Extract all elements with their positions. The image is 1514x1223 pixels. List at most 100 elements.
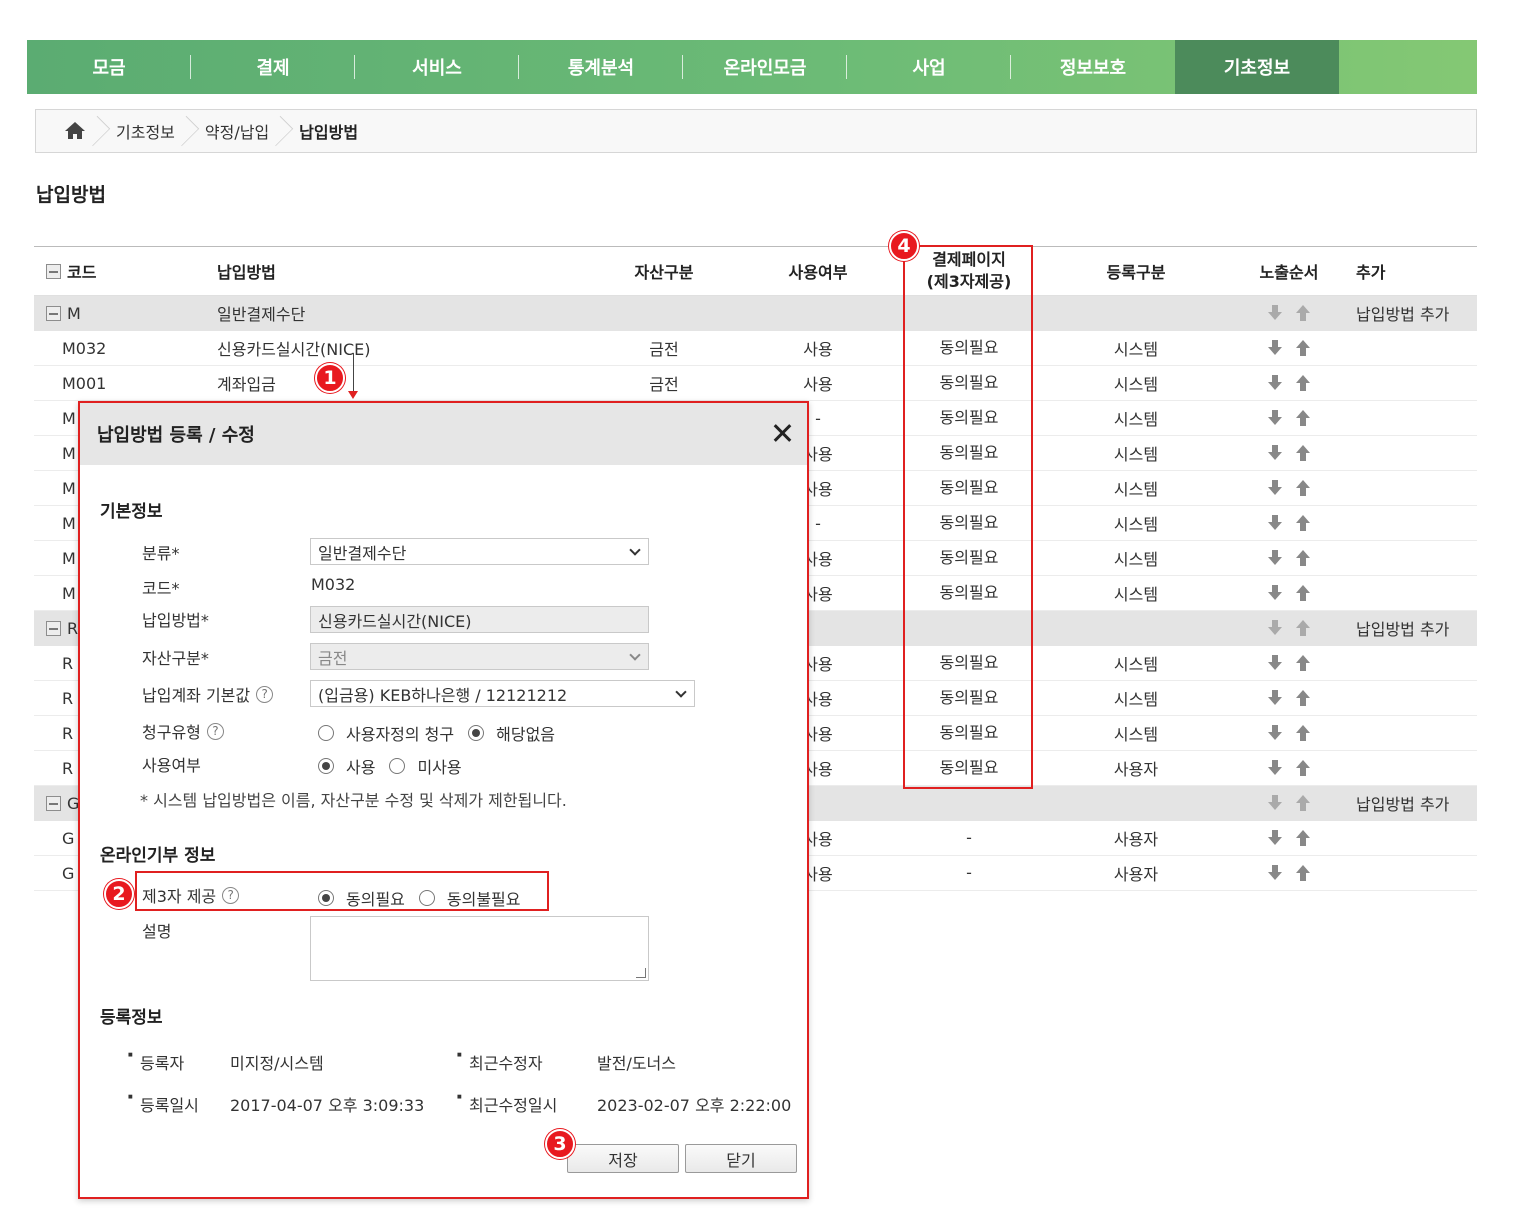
table-group-row[interactable]: M 일반결제수단 납입방법 추가: [34, 296, 1477, 331]
arrow-down-icon[interactable]: [1268, 620, 1282, 636]
nav-item-business[interactable]: 사업: [847, 40, 1011, 94]
callout-badge-1: 1: [315, 363, 345, 393]
group-code[interactable]: M: [46, 296, 81, 330]
category-select[interactable]: 일반결제수단: [310, 538, 649, 565]
arrow-up-icon[interactable]: [1296, 865, 1310, 881]
arrow-down-icon[interactable]: [1268, 725, 1282, 741]
breadcrumb-home[interactable]: [64, 110, 116, 152]
arrow-up-icon[interactable]: [1296, 830, 1310, 846]
label-account: 납입계좌 기본값?: [142, 682, 274, 706]
method-name-input[interactable]: 신용카드실시간(NICE): [310, 606, 649, 633]
arrow-up-icon[interactable]: [1296, 760, 1310, 776]
order-controls: [1259, 471, 1319, 505]
arrow-up-icon[interactable]: [1296, 620, 1310, 636]
arrow-up-icon[interactable]: [1296, 305, 1310, 321]
arrow-down-icon[interactable]: [1268, 655, 1282, 671]
header-code[interactable]: 코드: [46, 247, 96, 295]
row-code: M001: [62, 373, 107, 393]
order-controls: [1259, 786, 1319, 820]
order-controls: [1259, 856, 1319, 890]
save-button[interactable]: 저장: [567, 1144, 679, 1173]
arrow-up-icon[interactable]: [1296, 585, 1310, 601]
use-radio-yes[interactable]: [318, 758, 334, 774]
table-row[interactable]: M001 계좌입금 금전 사용 동의필요 시스템: [34, 366, 1477, 401]
arrow-up-icon[interactable]: [1296, 410, 1310, 426]
collapse-icon[interactable]: [46, 795, 61, 811]
help-icon[interactable]: ?: [256, 685, 274, 703]
row-code: G: [62, 863, 75, 883]
nav-item-statistics[interactable]: 통계분석: [519, 40, 683, 94]
row-registration: 시스템: [1113, 585, 1159, 604]
nav-item-privacy[interactable]: 정보보호: [1011, 40, 1175, 94]
group-code[interactable]: G: [46, 786, 79, 820]
order-controls: [1259, 751, 1319, 785]
close-icon[interactable]: [771, 422, 793, 444]
add-method-link[interactable]: 납입방법 추가: [1356, 786, 1449, 820]
asset-select[interactable]: 금전: [310, 643, 649, 670]
collapse-icon[interactable]: [46, 305, 61, 321]
use-radio-no[interactable]: [389, 758, 406, 774]
group-code[interactable]: R: [46, 611, 78, 645]
billing-radio-custom[interactable]: [318, 725, 334, 741]
arrow-up-icon[interactable]: [1296, 795, 1310, 811]
close-button[interactable]: 닫기: [685, 1144, 797, 1173]
arrow-up-icon[interactable]: [1296, 340, 1310, 356]
help-icon[interactable]: ?: [206, 722, 224, 740]
arrow-up-icon[interactable]: [1296, 480, 1310, 496]
arrow-down-icon[interactable]: [1268, 515, 1282, 531]
row-code: G: [62, 828, 75, 848]
collapse-all-icon[interactable]: [46, 263, 61, 279]
row-payment-page: -: [966, 828, 972, 847]
header-order: 노출순서: [1259, 263, 1319, 282]
callout-box-third-party: [135, 871, 549, 911]
arrow-down-icon[interactable]: [1268, 340, 1282, 356]
label-billing: 청구유형?: [142, 719, 224, 743]
row-code: M: [62, 408, 76, 428]
nav-item-payment[interactable]: 결제: [191, 40, 355, 94]
row-method[interactable]: 계좌입금: [217, 366, 276, 400]
arrow-down-icon[interactable]: [1268, 305, 1282, 321]
order-controls: [1259, 296, 1319, 330]
nav-item-fundraising[interactable]: 모금: [27, 40, 191, 94]
page-title: 납입방법: [36, 184, 106, 206]
billing-radio-none[interactable]: [468, 725, 485, 741]
row-registration: 시스템: [1113, 445, 1159, 464]
nav-item-basic-info[interactable]: 기초정보: [1175, 40, 1339, 94]
arrow-down-icon[interactable]: [1268, 410, 1282, 426]
arrow-down-icon[interactable]: [1268, 830, 1282, 846]
add-method-link[interactable]: 납입방법 추가: [1356, 611, 1449, 645]
arrow-up-icon[interactable]: [1296, 445, 1310, 461]
arrow-up-icon[interactable]: [1296, 725, 1310, 741]
order-controls: [1259, 716, 1319, 750]
row-code: R: [62, 723, 74, 743]
arrow-up-icon[interactable]: [1296, 375, 1310, 391]
account-select[interactable]: (입금용) KEB하나은행 / 12121212: [310, 680, 695, 707]
arrow-down-icon[interactable]: [1268, 550, 1282, 566]
arrow-down-icon[interactable]: [1268, 865, 1282, 881]
nav-item-service[interactable]: 서비스: [355, 40, 519, 94]
add-method-link[interactable]: 납입방법 추가: [1356, 296, 1449, 330]
nav-item-online-fundraising[interactable]: 온라인모금: [683, 40, 847, 94]
arrow-up-icon[interactable]: [1296, 655, 1310, 671]
arrow-down-icon[interactable]: [1268, 375, 1282, 391]
use-radio-group: 사용 미사용: [318, 754, 476, 778]
resize-grip-icon[interactable]: [636, 968, 646, 978]
breadcrumb-item[interactable]: 기초정보: [116, 110, 205, 152]
arrow-up-icon[interactable]: [1296, 690, 1310, 706]
collapse-icon[interactable]: [46, 620, 61, 636]
arrow-up-icon[interactable]: [1296, 515, 1310, 531]
callout-pointer-arrow: [348, 391, 358, 399]
arrow-down-icon[interactable]: [1268, 445, 1282, 461]
table-row[interactable]: M032 신용카드실시간(NICE) 금전 사용 동의필요 시스템: [34, 331, 1477, 366]
description-textarea[interactable]: [310, 916, 649, 981]
arrow-up-icon[interactable]: [1296, 550, 1310, 566]
arrow-down-icon[interactable]: [1268, 690, 1282, 706]
arrow-down-icon[interactable]: [1268, 760, 1282, 776]
arrow-down-icon[interactable]: [1268, 795, 1282, 811]
row-method[interactable]: 신용카드실시간(NICE): [217, 331, 371, 365]
order-controls: [1259, 436, 1319, 470]
breadcrumb-item[interactable]: 약정/납입: [205, 110, 299, 152]
order-controls: [1259, 366, 1319, 400]
arrow-down-icon[interactable]: [1268, 480, 1282, 496]
arrow-down-icon[interactable]: [1268, 585, 1282, 601]
